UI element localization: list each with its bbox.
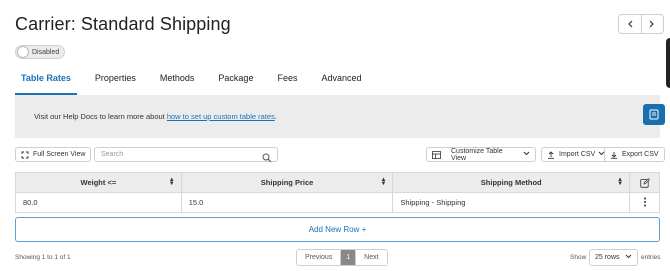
upload-icon	[547, 150, 555, 159]
pagination: Previous 1 Next	[296, 249, 388, 266]
tab-package[interactable]: Package	[212, 71, 259, 95]
column-header-label: Shipping Price	[260, 178, 314, 187]
previous-page-button[interactable]: Previous	[297, 250, 341, 265]
sort-icon[interactable]: ▲ ▼	[169, 177, 175, 187]
export-label: Export CSV	[622, 151, 659, 158]
column-header-label: Weight <=	[80, 178, 117, 187]
sort-icon[interactable]: ▲ ▼	[380, 177, 386, 187]
cell-weight[interactable]: 80.0	[15, 192, 182, 213]
tab-properties[interactable]: Properties	[89, 71, 142, 95]
help-prefix: Visit our Help Docs to learn more about	[34, 112, 167, 121]
notes-icon	[649, 109, 659, 120]
table-icon	[432, 150, 441, 159]
expand-icon	[21, 151, 29, 159]
page-1-button[interactable]: 1	[340, 250, 356, 265]
sort-icon[interactable]: ▲ ▼	[617, 177, 623, 187]
column-header-shipping-method[interactable]: Shipping Method ▲ ▼	[392, 172, 631, 193]
prev-record-button[interactable]	[619, 15, 641, 33]
kebab-menu-icon[interactable]	[643, 197, 647, 209]
tab-fees[interactable]: Fees	[271, 71, 303, 95]
chevron-right-icon	[649, 20, 655, 28]
tab-methods[interactable]: Methods	[154, 71, 201, 95]
table-header-row: Weight <= ▲ ▼ Shipping Price ▲ ▼ Shipping …	[15, 172, 660, 193]
next-page-button[interactable]: Next	[355, 250, 387, 265]
search-box	[94, 147, 278, 163]
import-csv-button[interactable]: Import CSV	[541, 147, 612, 162]
cell-shipping-price[interactable]: 15.0	[180, 192, 394, 213]
chevron-left-icon	[627, 20, 633, 28]
page-title: Carrier: Standard Shipping	[15, 14, 231, 34]
side-notes-button[interactable]	[643, 104, 665, 125]
customize-table-button[interactable]: Customize Table View	[426, 147, 536, 162]
rates-table: Weight <= ▲ ▼ Shipping Price ▲ ▼ Shipping …	[15, 172, 660, 213]
help-link[interactable]: how to set up custom table rates	[167, 112, 275, 121]
record-nav	[618, 14, 664, 34]
help-text: Visit our Help Docs to learn more about …	[34, 112, 277, 121]
entries-label: entries	[641, 254, 661, 261]
toggle-label: Disabled	[32, 48, 60, 56]
chevron-down-icon	[625, 254, 632, 261]
full-screen-button[interactable]: Full Screen View	[15, 147, 92, 162]
cell-actions	[629, 192, 660, 213]
column-header-weight[interactable]: Weight <= ▲ ▼	[15, 172, 182, 193]
rows-per-page-select[interactable]: 25 rows	[589, 249, 638, 266]
toggle-knob	[17, 46, 29, 58]
tab-table-rates[interactable]: Table Rates	[15, 71, 77, 95]
tab-bar: Table Rates Properties Methods Package F…	[15, 71, 380, 95]
import-label: Import CSV	[559, 151, 596, 158]
help-banner: Visit our Help Docs to learn more about …	[15, 95, 660, 138]
showing-count: Showing 1 to 1 of 1	[15, 254, 71, 261]
side-drawer-handle[interactable]	[666, 38, 670, 88]
table-row[interactable]: 80.0 15.0 Shipping - Shipping	[15, 192, 660, 213]
tab-advanced[interactable]: Advanced	[315, 71, 367, 95]
rows-per-page-value: 25 rows	[595, 254, 620, 261]
export-csv-button[interactable]: Export CSV	[604, 147, 665, 162]
column-header-label: Shipping Method	[480, 178, 542, 187]
chevron-down-icon	[523, 151, 530, 158]
help-suffix: .	[274, 112, 277, 121]
customize-label: Customize Table View	[451, 147, 503, 162]
column-header-actions	[629, 172, 660, 193]
full-screen-label: Full Screen View	[33, 151, 86, 158]
add-new-row-button[interactable]: Add New Row +	[15, 217, 660, 242]
next-record-button[interactable]	[640, 15, 664, 33]
show-label: Show	[570, 254, 587, 261]
search-input[interactable]	[101, 151, 251, 158]
search-icon[interactable]	[262, 150, 272, 168]
cell-shipping-method[interactable]: Shipping - Shipping	[392, 192, 631, 213]
status-toggle[interactable]: Disabled	[15, 45, 65, 59]
download-icon	[610, 151, 618, 159]
edit-icon[interactable]	[639, 177, 650, 190]
column-header-shipping-price[interactable]: Shipping Price ▲ ▼	[180, 172, 394, 193]
